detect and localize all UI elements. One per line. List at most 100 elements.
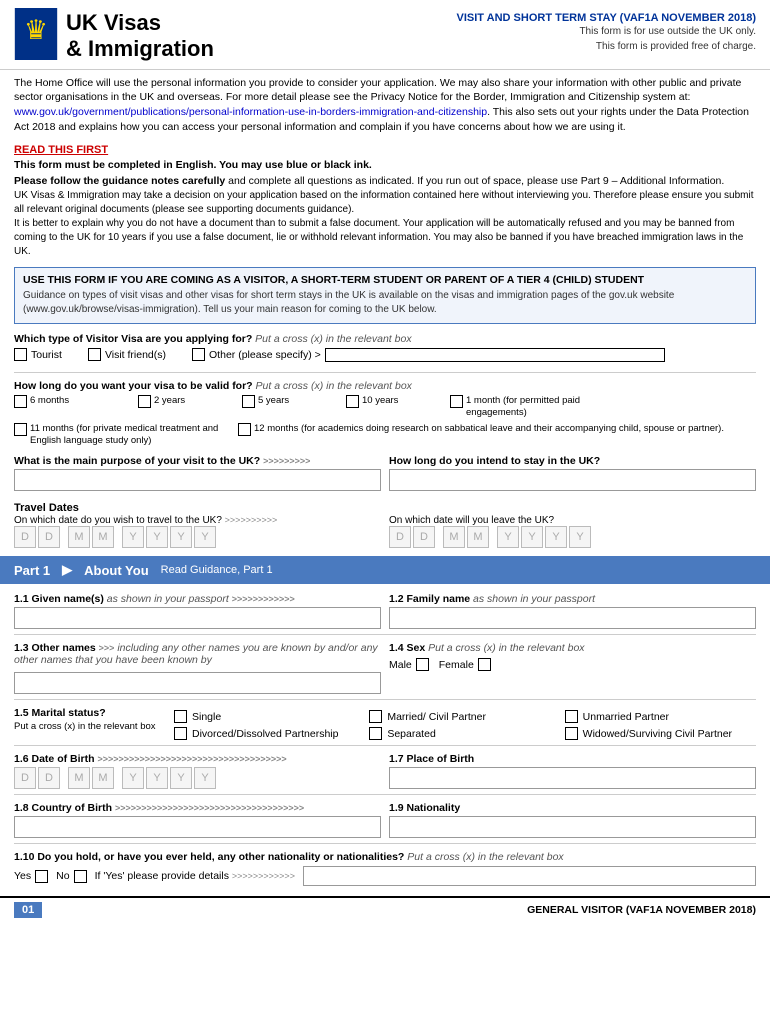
validity-6months[interactable]: 6 months [14,395,134,408]
dob-year3[interactable]: Y [170,767,192,789]
married-checkbox[interactable] [369,710,382,723]
dob-day2[interactable]: D [38,767,60,789]
male-option[interactable]: Male [389,658,429,671]
main-purpose-input[interactable] [14,469,381,491]
part1-header: Part 1 ▶ About You Read Guidance, Part 1 [0,556,770,584]
validity-12months[interactable]: 12 months (for academics doing research … [238,423,756,448]
field-1-4-label: 1.4 Sex Put a cross (x) in the relevant … [389,642,756,654]
leave-date-col: On which date will you leave the UK? D D… [389,515,756,548]
other-checkbox[interactable] [192,348,205,361]
no-checkbox[interactable] [74,870,87,883]
dob-month2[interactable]: M [92,767,114,789]
visitor-visa-question: Which type of Visitor Visa are you apply… [14,333,756,345]
validity-1month[interactable]: 1 month (for permitted paid engagements) [450,395,630,420]
footer: 01 GENERAL VISITOR (VAF1A NOVEMBER 2018) [0,896,770,922]
separated-label: Separated [387,728,435,740]
field-1-5-sub: Put a cross (x) in the relevant box [14,721,164,732]
male-label: Male [389,659,412,671]
dob-month1[interactable]: M [68,767,90,789]
family-name-input[interactable] [389,607,756,629]
unmarried-checkbox[interactable] [565,710,578,723]
separated-checkbox[interactable] [369,727,382,740]
org-title: UK Visas & Immigration [66,10,214,63]
unmarried-option[interactable]: Unmarried Partner [565,710,756,723]
other-option[interactable]: Other (please specify) > [192,348,665,362]
validity-12months-checkbox[interactable] [238,423,251,436]
leave-year4[interactable]: Y [569,526,591,548]
single-checkbox[interactable] [174,710,187,723]
leave-day2[interactable]: D [413,526,435,548]
blue-box-title: USE THIS FORM IF YOU ARE COMING AS A VIS… [23,274,747,286]
depart-day1[interactable]: D [14,526,36,548]
divorced-option[interactable]: Divorced/Dissolved Partnership [174,727,365,740]
intend-stay-input[interactable] [389,469,756,491]
depart-date-col: On which date do you wish to travel to t… [14,515,381,548]
validity-10years-label: 10 years [362,395,398,407]
other-nationality-input[interactable] [303,866,756,886]
travel-dates-label: Travel Dates [14,502,756,514]
name-grid: 1.1 Given name(s) as shown in your passp… [14,593,756,629]
divorced-checkbox[interactable] [174,727,187,740]
part1-number: Part 1 [14,563,50,578]
depart-day2[interactable]: D [38,526,60,548]
other-specify-input[interactable] [325,348,665,362]
visit-friend-option[interactable]: Visit friend(s) [88,348,166,361]
privacy-link[interactable]: www.gov.uk/government/publications/perso… [14,106,487,118]
dob-year1[interactable]: Y [122,767,144,789]
depart-year2[interactable]: Y [146,526,168,548]
validity-2years[interactable]: 2 years [138,395,238,408]
widowed-checkbox[interactable] [565,727,578,740]
tourist-checkbox[interactable] [14,348,27,361]
depart-month2[interactable]: M [92,526,114,548]
validity-10years[interactable]: 10 years [346,395,446,408]
country-of-birth-input[interactable] [14,816,381,838]
leave-day1[interactable]: D [389,526,411,548]
intend-stay-col: How long do you intend to stay in the UK… [389,455,756,491]
validity-11months[interactable]: 11 months (for private medical treatment… [14,423,234,448]
validity-11months-checkbox[interactable] [14,423,27,436]
travel-dates-section: Travel Dates On which date do you wish t… [0,498,770,550]
leave-month1[interactable]: M [443,526,465,548]
female-option[interactable]: Female [439,658,491,671]
svg-text:♛: ♛ [24,15,48,45]
place-of-birth-input[interactable] [389,767,756,789]
validity-5years[interactable]: 5 years [242,395,342,408]
leave-year1[interactable]: Y [497,526,519,548]
validity-1month-checkbox[interactable] [450,395,463,408]
visit-friend-checkbox[interactable] [88,348,101,361]
leave-year2[interactable]: Y [521,526,543,548]
single-option[interactable]: Single [174,710,365,723]
yes-checkbox[interactable] [35,870,48,883]
travel-dates-grid: On which date do you wish to travel to t… [14,515,756,548]
other-names-input[interactable] [14,672,381,694]
dob-year2[interactable]: Y [146,767,168,789]
widowed-option[interactable]: Widowed/Surviving Civil Partner [565,727,756,740]
married-option[interactable]: Married/ Civil Partner [369,710,560,723]
depart-year3[interactable]: Y [170,526,192,548]
separated-option[interactable]: Separated [369,727,560,740]
validity-11months-label: 11 months (for private medical treatment… [30,423,234,448]
field-1-1-col: 1.1 Given name(s) as shown in your passp… [14,593,381,629]
validity-5years-checkbox[interactable] [242,395,255,408]
no-option[interactable]: No [56,870,86,883]
dob-year4[interactable]: Y [194,767,216,789]
blue-box-body: Guidance on types of visit visas and oth… [23,289,747,317]
nationality-input[interactable] [389,816,756,838]
depart-year1[interactable]: Y [122,526,144,548]
field-1-5-label: 1.5 Marital status? [14,707,164,719]
validity-2years-checkbox[interactable] [138,395,151,408]
dob-day1[interactable]: D [14,767,36,789]
main-purpose-col: What is the main purpose of your visit t… [14,455,381,491]
depart-month1[interactable]: M [68,526,90,548]
female-checkbox[interactable] [478,658,491,671]
validity-6months-checkbox[interactable] [14,395,27,408]
field-1-1-1-2-row: 1.1 Given name(s) as shown in your passp… [0,589,770,631]
male-checkbox[interactable] [416,658,429,671]
depart-year4[interactable]: Y [194,526,216,548]
given-names-input[interactable] [14,607,381,629]
validity-10years-checkbox[interactable] [346,395,359,408]
yes-option[interactable]: Yes [14,870,48,883]
leave-month2[interactable]: M [467,526,489,548]
leave-year3[interactable]: Y [545,526,567,548]
tourist-option[interactable]: Tourist [14,348,62,361]
